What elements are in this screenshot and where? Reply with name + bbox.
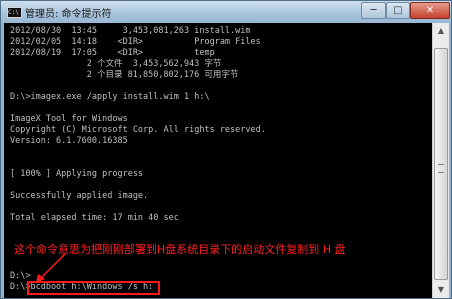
- command-highlight-box: [27, 281, 160, 295]
- title-bar[interactable]: C:\ 管理员: 命令提示符 ─ □ ✕: [1, 1, 451, 23]
- scroll-up-arrow-icon[interactable]: ▲: [433, 23, 449, 39]
- cmd-app-icon[interactable]: C:\: [7, 7, 22, 18]
- close-button[interactable]: ✕: [410, 2, 450, 19]
- scrollbar-grip: [438, 164, 444, 173]
- scrollbar-thumb[interactable]: [434, 48, 448, 280]
- vertical-scrollbar[interactable]: ▲ ▼: [432, 23, 449, 298]
- command-prompt-window: C:\ 管理员: 命令提示符 ─ □ ✕ 2012/08/30 13:45 3,…: [0, 0, 452, 299]
- maximize-button[interactable]: □: [386, 2, 410, 19]
- console-output[interactable]: 2012/08/30 13:45 3,453,081,263 install.w…: [4, 23, 432, 298]
- scroll-down-arrow-icon[interactable]: ▼: [433, 282, 449, 298]
- window-title: 管理员: 命令提示符: [25, 9, 112, 20]
- minimize-button[interactable]: ─: [361, 2, 386, 19]
- red-annotation-text: 这个命令意思为把刚刚部署到H盘系统目录下的启动文件复制到 H 盘: [14, 243, 346, 256]
